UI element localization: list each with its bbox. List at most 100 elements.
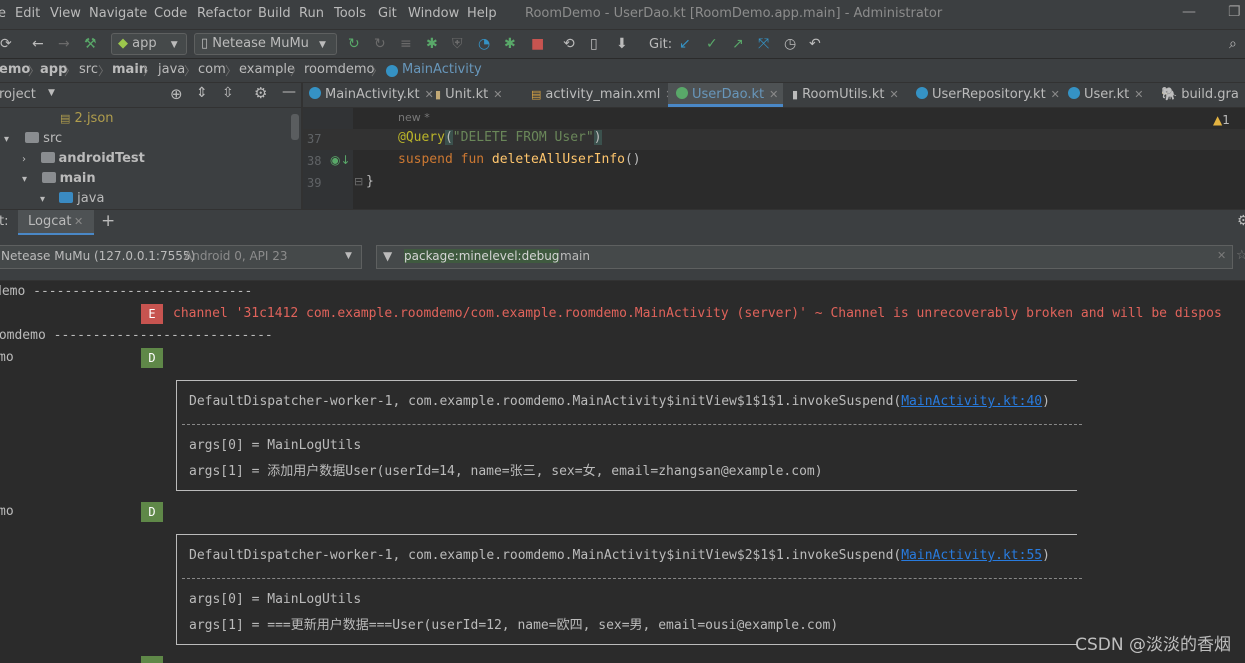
logcat-filter-input[interactable]: ▼ package:mine level:debug main ✕	[376, 245, 1233, 269]
crumb-src[interactable]: src	[79, 62, 98, 77]
close-icon[interactable]: ✕	[1051, 88, 1060, 101]
tree-item-androidtest[interactable]: › androidTest	[22, 151, 145, 166]
menu-tools[interactable]: Tools	[334, 6, 366, 21]
tree-item-json[interactable]: ▤ 2.json	[60, 111, 114, 126]
device-select[interactable]: ▯ Netease MuMu ▼	[194, 33, 337, 55]
rollback-icon[interactable]: ↶	[809, 36, 821, 52]
git-commit-icon[interactable]: ✓	[706, 36, 718, 52]
clear-icon[interactable]: ✕	[1217, 249, 1226, 262]
menu-file-partial[interactable]: e	[0, 6, 6, 21]
gradle-sync-icon[interactable]: ⟲	[563, 36, 575, 52]
gear-icon[interactable]: ⚙	[1237, 213, 1245, 229]
forward-icon[interactable]: →	[58, 36, 70, 52]
log-level-debug: D	[141, 348, 163, 368]
editor-tabs: MainActivity.kt ✕ ▮ Unit.kt ✕ ▤ activity_mai…	[303, 83, 1245, 108]
tab-logcat[interactable]: Logcat ✕	[18, 210, 94, 236]
debug-attach-icon[interactable]: ✱	[504, 36, 516, 52]
git-merge-icon[interactable]: ⤧	[758, 36, 769, 52]
tab-roomutils[interactable]: ▮ RoomUtils.kt ✕	[792, 83, 908, 107]
tab-label: build.gra	[1181, 87, 1239, 102]
run-config-select[interactable]: ◆ app ▼	[111, 33, 187, 55]
crumb-project[interactable]: emo	[0, 62, 30, 77]
history-icon[interactable]: ◷	[784, 36, 796, 52]
fold-icon[interactable]: ⊟	[354, 175, 363, 188]
tab-build-gradle[interactable]: 🐘 build.gra	[1161, 83, 1245, 107]
line-number: 38	[307, 154, 322, 168]
close-icon[interactable]: ✕	[889, 88, 898, 101]
locate-icon[interactable]: ⊕	[170, 85, 183, 103]
hide-icon[interactable]: —	[282, 84, 296, 100]
paren: )	[593, 130, 602, 145]
tab-label: UserRepository.kt	[932, 87, 1046, 102]
source-link[interactable]: MainActivity.kt:55	[901, 548, 1042, 563]
menu-run[interactable]: Run	[299, 6, 324, 21]
close-icon[interactable]: ✕	[1134, 88, 1143, 101]
tree-item-java[interactable]: ▾ java	[40, 191, 104, 206]
log-text: )	[1042, 394, 1050, 409]
chevron-right-icon: 〉	[98, 64, 111, 78]
tab-mainactivity[interactable]: MainActivity.kt ✕	[309, 83, 434, 107]
menu-edit[interactable]: Edit	[15, 6, 40, 21]
restore-icon[interactable]: ❐	[1228, 4, 1241, 20]
tab-label: activity_main.xml	[545, 87, 661, 102]
close-icon[interactable]: ✕	[769, 88, 778, 101]
profiler-icon[interactable]: ◔	[478, 36, 490, 52]
crumb-java[interactable]: java	[158, 62, 185, 77]
crumb-roomdemo[interactable]: roomdemo	[304, 62, 375, 77]
implemented-gutter-icon[interactable]: ◉↓	[330, 153, 351, 167]
crumb-com[interactable]: com	[198, 62, 226, 77]
tree-item-src[interactable]: ▾ src	[4, 131, 62, 146]
apply-code-icon[interactable]: ↻	[374, 36, 386, 52]
crumb-mainactivity[interactable]: MainActivity	[402, 62, 482, 77]
project-view-label[interactable]: roject	[0, 87, 36, 102]
close-icon[interactable]: ✕	[493, 88, 502, 101]
project-panel-header: roject ▼ ⊕ ⇕ ⇳ ⚙ —	[0, 83, 301, 108]
git-update-icon[interactable]: ↙	[679, 36, 691, 52]
menu-refactor[interactable]: Refactor	[197, 6, 252, 21]
menu-code[interactable]: Code	[154, 6, 187, 21]
minimize-icon[interactable]: —	[1182, 4, 1196, 20]
collapse-all-icon[interactable]: ⇳	[222, 85, 234, 101]
list-icon[interactable]: ≡	[400, 36, 412, 52]
device-select[interactable]: Netease MuMu (127.0.0.1:7555) Android 0,…	[0, 245, 362, 269]
chevron-right-icon: 〉	[28, 64, 41, 78]
warnings-indicator[interactable]: ▲1	[1213, 113, 1230, 127]
tree-item-main[interactable]: ▾ main	[22, 171, 96, 186]
tab-userrepository[interactable]: UserRepository.kt ✕	[916, 83, 1060, 107]
close-icon[interactable]: ✕	[74, 215, 83, 228]
menu-view[interactable]: View	[50, 6, 81, 21]
close-icon[interactable]: ✕	[425, 88, 434, 101]
log-args-line: args[1] = 添加用户数据User(userId=14, name=张三,…	[189, 464, 823, 479]
apply-changes-icon[interactable]: ↻	[348, 36, 360, 52]
tab-activity-main[interactable]: ▤activity_main.xml✕	[531, 83, 675, 107]
chevron-down-icon: ▼	[170, 40, 178, 50]
expand-all-icon[interactable]: ⇕	[196, 85, 208, 101]
add-tab-icon[interactable]: +	[101, 211, 115, 231]
source-link[interactable]: MainActivity.kt:40	[901, 394, 1042, 409]
menu-navigate[interactable]: Navigate	[89, 6, 147, 21]
menu-help[interactable]: Help	[467, 6, 497, 21]
chevron-down-icon[interactable]: ▼	[48, 88, 55, 98]
device-manager-icon[interactable]: ▯	[590, 36, 598, 52]
crumb-example[interactable]: example	[239, 62, 295, 77]
sdk-manager-icon[interactable]: ⬇	[616, 36, 628, 52]
menu-git[interactable]: Git	[378, 6, 397, 21]
search-icon[interactable]: ⌕	[1229, 36, 1237, 52]
gear-icon[interactable]: ⚙	[254, 84, 267, 102]
chevron-right-icon: 〉	[64, 64, 77, 78]
back-icon[interactable]: ←	[32, 36, 44, 52]
debug-icon[interactable]: ✱	[426, 36, 438, 52]
favorite-icon[interactable]: ☆	[1236, 248, 1245, 263]
attach-icon[interactable]: ⛨	[452, 36, 463, 52]
tab-user[interactable]: User.kt ✕	[1068, 83, 1156, 107]
stop-icon[interactable]: ■	[531, 36, 544, 52]
git-push-icon[interactable]: ↗	[732, 36, 744, 52]
device-name: Netease MuMu (127.0.0.1:7555)	[1, 249, 196, 263]
scrollbar-thumb[interactable]	[291, 114, 299, 140]
menu-build[interactable]: Build	[258, 6, 291, 21]
sync-icon[interactable]: ⟳	[0, 36, 12, 52]
hammer-icon[interactable]: ⚒	[84, 36, 97, 52]
tab-userdao[interactable]: UserDao.kt ✕	[668, 83, 783, 107]
menu-window[interactable]: Window	[408, 6, 459, 21]
tab-unit[interactable]: ▮ Unit.kt ✕	[435, 83, 521, 107]
